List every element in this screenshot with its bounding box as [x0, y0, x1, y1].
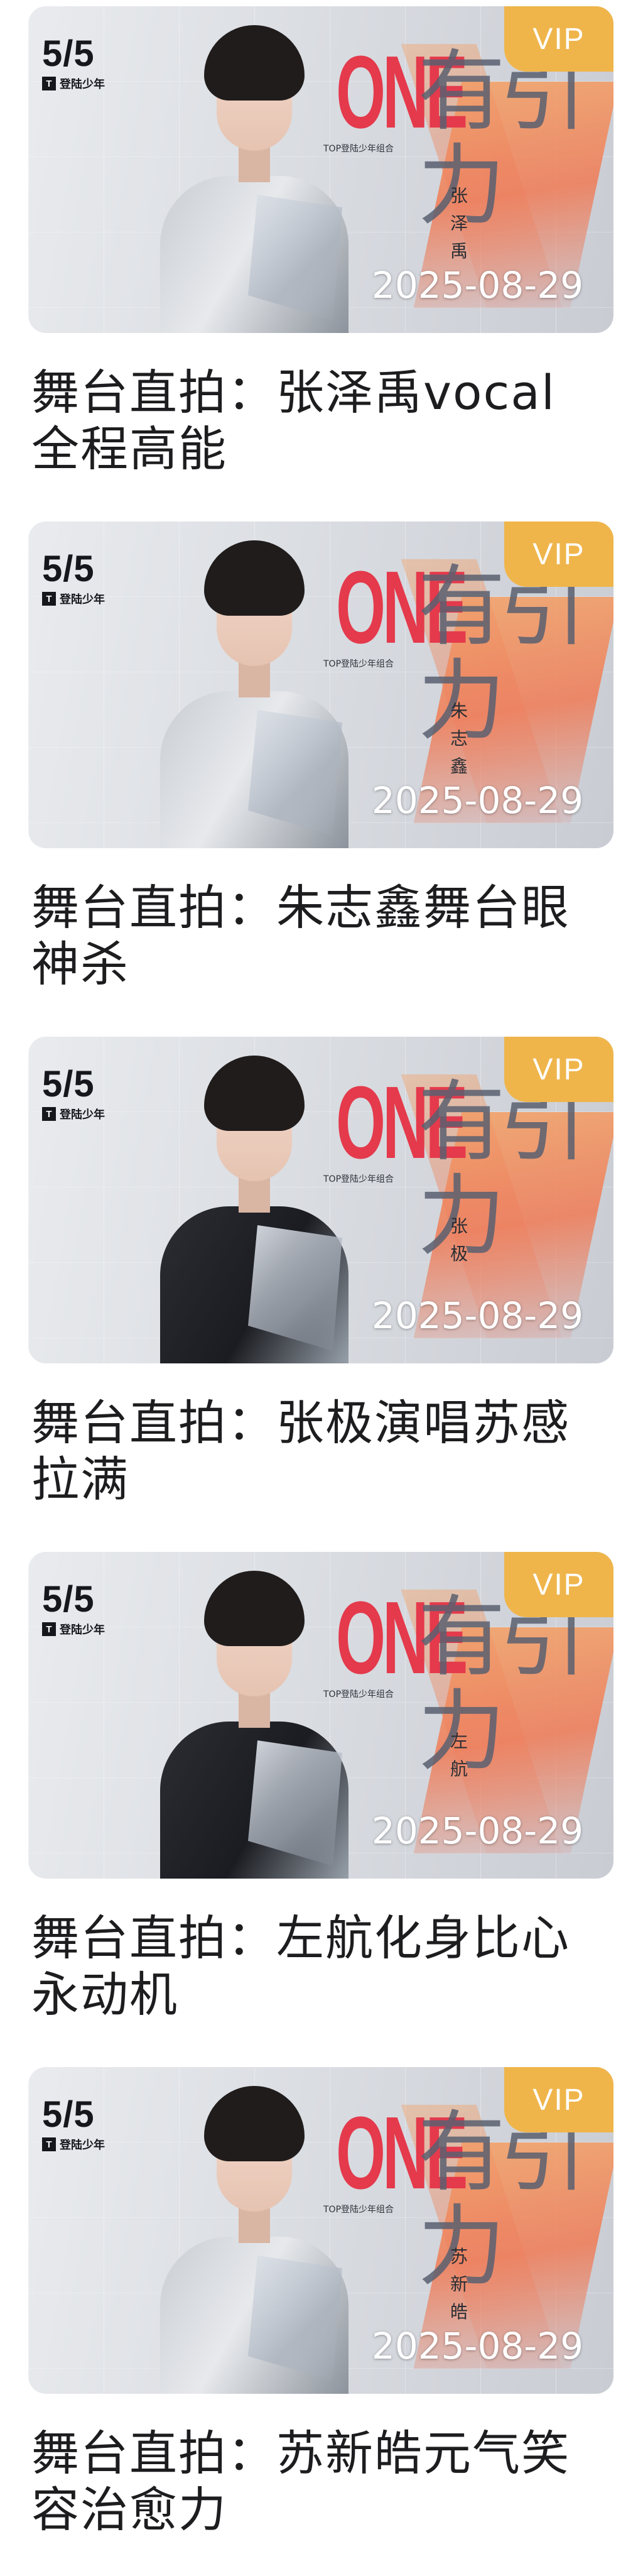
brand-mark-icon: T: [42, 77, 56, 90]
show-logo-cn: 有引力: [418, 1071, 587, 1268]
group-tag: TOP登陆少年组合: [323, 1174, 394, 1184]
event-logo-brand: 登陆少年: [60, 2139, 105, 2152]
video-title[interactable]: 舞台直拍：张泽禹vocal全程高能: [31, 364, 597, 478]
event-logo: 5/5 T 登陆少年: [42, 550, 105, 607]
video-thumbnail[interactable]: 5/5 T 登陆少年 ONE 有引力 TOP登陆少年组合 左航 VIP 2025…: [28, 1552, 613, 1879]
event-logo-date: 5/5: [42, 1579, 95, 1620]
list-item[interactable]: 5/5 T 登陆少年 ONE 有引力 TOP登陆少年组合 苏新皓 VIP 202…: [0, 2061, 643, 2576]
event-logo-date: 5/5: [42, 2094, 95, 2135]
video-title[interactable]: 舞台直拍：朱志鑫舞台眼神杀: [31, 880, 597, 993]
event-logo-date: 5/5: [42, 548, 95, 589]
video-title[interactable]: 舞台直拍：张极演唱苏感拉满: [31, 1395, 597, 1508]
show-logo-cn: 有引力: [418, 556, 587, 753]
event-logo-date: 5/5: [42, 1064, 95, 1105]
video-thumbnail[interactable]: 5/5 T 登陆少年 ONE 有引力 TOP登陆少年组合 苏新皓 VIP 202…: [28, 2067, 613, 2394]
member-name-vertical: 张泽禹: [450, 185, 468, 261]
vip-badge: VIP: [504, 1552, 613, 1617]
performer-photo: [160, 25, 349, 333]
event-logo: 5/5 T 登陆少年: [42, 1066, 105, 1122]
brand-mark-icon: T: [42, 592, 56, 606]
video-date: 2025-08-29: [371, 1294, 583, 1337]
group-tag: TOP登陆少年组合: [323, 144, 394, 154]
video-date: 2025-08-29: [371, 779, 583, 822]
performer-photo: [160, 540, 349, 848]
member-name-vertical: 苏新皓: [450, 2246, 468, 2322]
event-logo-date: 5/5: [42, 33, 95, 74]
event-logo-brand: 登陆少年: [60, 1108, 105, 1122]
vip-badge: VIP: [504, 1037, 613, 1102]
video-date: 2025-08-29: [371, 1809, 583, 1852]
member-name-vertical: 张极: [450, 1216, 468, 1264]
show-logo-cn: 有引力: [418, 41, 587, 237]
group-tag: TOP登陆少年组合: [323, 1689, 394, 1700]
vip-badge: VIP: [504, 2067, 613, 2132]
group-tag: TOP登陆少年组合: [323, 2205, 394, 2215]
event-logo-brand: 登陆少年: [60, 1624, 105, 1637]
video-date: 2025-08-29: [371, 2325, 583, 2367]
performer-photo: [160, 1571, 349, 1879]
video-date: 2025-08-29: [371, 264, 583, 307]
show-logo-cn: 有引力: [418, 1586, 587, 1783]
event-logo: 5/5 T 登陆少年: [42, 35, 105, 92]
performer-photo: [160, 2086, 349, 2394]
vip-badge: VIP: [504, 521, 613, 587]
event-logo: 5/5 T 登陆少年: [42, 1581, 105, 1637]
brand-mark-icon: T: [42, 1622, 56, 1636]
event-logo-brand: 登陆少年: [60, 78, 105, 91]
video-thumbnail[interactable]: 5/5 T 登陆少年 ONE 有引力 TOP登陆少年组合 朱志鑫 VIP 202…: [28, 521, 613, 848]
video-title[interactable]: 舞台直拍：苏新皓元气笑容治愈力: [31, 2425, 597, 2538]
list-item[interactable]: 5/5 T 登陆少年 ONE 有引力 TOP登陆少年组合 朱志鑫 VIP 202…: [0, 515, 643, 1030]
brand-mark-icon: T: [42, 2137, 56, 2151]
vip-badge: VIP: [504, 6, 613, 72]
list-item[interactable]: 5/5 T 登陆少年 ONE 有引力 TOP登陆少年组合 左航 VIP 2025…: [0, 1546, 643, 2061]
show-logo-cn: 有引力: [418, 2102, 587, 2298]
member-name-vertical: 朱志鑫: [450, 701, 468, 777]
list-item[interactable]: 5/5 T 登陆少年 ONE 有引力 TOP登陆少年组合 张极 VIP 2025…: [0, 1030, 643, 1546]
event-logo: 5/5 T 登陆少年: [42, 2096, 105, 2153]
video-thumbnail[interactable]: 5/5 T 登陆少年 ONE 有引力 TOP登陆少年组合 张极 VIP 2025…: [28, 1037, 613, 1363]
video-thumbnail[interactable]: 5/5 T 登陆少年 ONE 有引力 TOP登陆少年组合 张泽禹 VIP 202…: [28, 6, 613, 333]
video-title[interactable]: 舞台直拍：左航化身比心永动机: [31, 1910, 597, 2023]
group-tag: TOP登陆少年组合: [323, 659, 394, 669]
performer-photo: [160, 1056, 349, 1363]
member-name-vertical: 左航: [450, 1731, 468, 1779]
list-item[interactable]: 5/5 T 登陆少年 ONE 有引力 TOP登陆少年组合 张泽禹 VIP 202…: [0, 0, 643, 515]
brand-mark-icon: T: [42, 1107, 56, 1121]
event-logo-brand: 登陆少年: [60, 593, 105, 606]
